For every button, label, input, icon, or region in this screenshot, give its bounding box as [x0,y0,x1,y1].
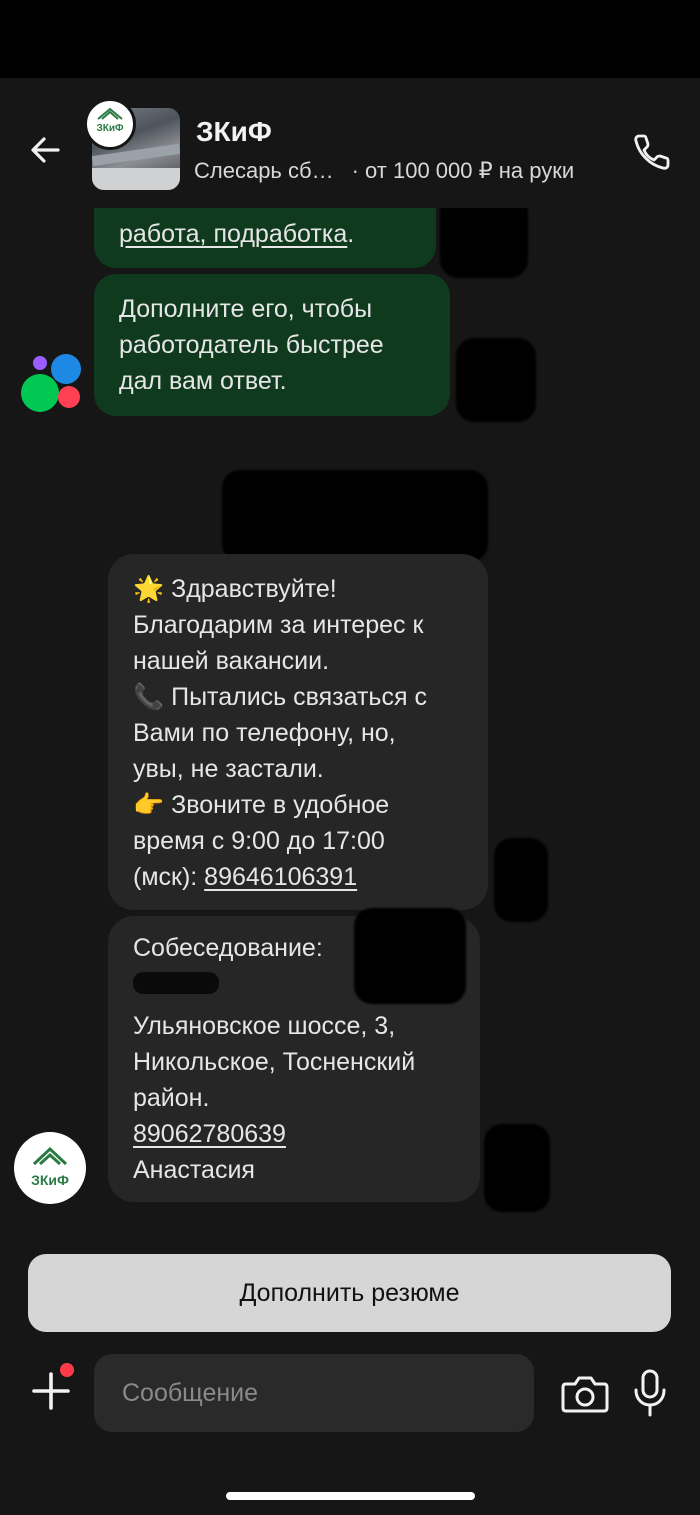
chat-header: ЗКиФ ЗКиФ Слесарь сб… · от 100 000 ₽ на р… [0,78,700,208]
message-text: . [347,220,355,248]
system-message-bubble: Дополните его, чтобы работодатель быстре… [94,274,450,416]
camera-icon[interactable] [560,1370,610,1416]
complete-resume-button[interactable]: Дополнить резюме [28,1254,671,1332]
back-arrow-icon[interactable] [24,128,68,172]
message-line: (мск): 89646106391 [133,863,358,891]
message-line: нашей вакансии. [133,647,330,675]
message-line: дал вам ответ. [119,367,287,395]
star-icon: 🌟 [133,575,165,603]
message-line: Ульяновское шоссе, 3, [133,1012,396,1040]
logo-roof-icon [97,107,123,120]
message-line: увы, не застали. [133,755,324,783]
status-bar [0,0,700,78]
redaction [222,470,488,562]
employer-message-bubble: 🌟 Здравствуйте! Благодарим за интерес к … [108,554,488,910]
message-line: работодатель быстрее [119,331,384,359]
message-line: Анастасия [133,1156,255,1184]
message-input[interactable] [94,1354,534,1432]
vacancy-salary: · от 100 000 ₽ на руки [351,158,575,183]
message-line: время с 9:00 до 17:00 [133,827,385,855]
home-indicator[interactable] [226,1492,475,1500]
phone-link[interactable]: 89646106391 [204,863,357,891]
vacancy-name: Слесарь сб… [194,158,334,183]
avito-logo-icon [21,354,81,412]
pointing-hand-icon: 👉 [133,791,165,819]
scribble-redaction [133,972,219,994]
logo-wordmark: ЗКиФ [96,123,124,134]
company-avatar[interactable]: ЗКиФ [14,1132,86,1204]
chat-title[interactable]: ЗКиФ [196,116,272,148]
phone-icon[interactable] [630,130,674,174]
microphone-icon[interactable] [630,1368,670,1418]
logo-wordmark: ЗКиФ [31,1172,69,1188]
message-line: Дополните его, чтобы [119,295,373,323]
message-line: 🌟 Здравствуйте! [133,575,337,603]
message-line: 📞 Пытались связаться с [133,683,427,711]
message-line: Благодарим за интерес к [133,611,424,639]
redaction [456,338,536,422]
message-line: Вами по телефону, но, [133,719,396,747]
phone-link[interactable]: 89062780639 [133,1120,286,1148]
message-line: 89062780639 [133,1116,480,1152]
chat-subtitle[interactable]: Слесарь сб… · от 100 000 ₽ на руки [194,158,574,184]
message-line: район. [133,1084,210,1112]
message-line: Никольское, Тосненский [133,1048,416,1076]
message-link[interactable]: работа, подработка [119,220,347,248]
redaction [354,908,466,1004]
notification-dot [60,1363,74,1377]
message-line: 👉 Звоните в удобное [133,791,390,819]
telephone-receiver-icon: 📞 [133,683,165,711]
company-logo: ЗКиФ [84,98,136,150]
logo-roof-icon [32,1146,68,1166]
redaction [494,838,548,922]
redaction [484,1124,550,1212]
